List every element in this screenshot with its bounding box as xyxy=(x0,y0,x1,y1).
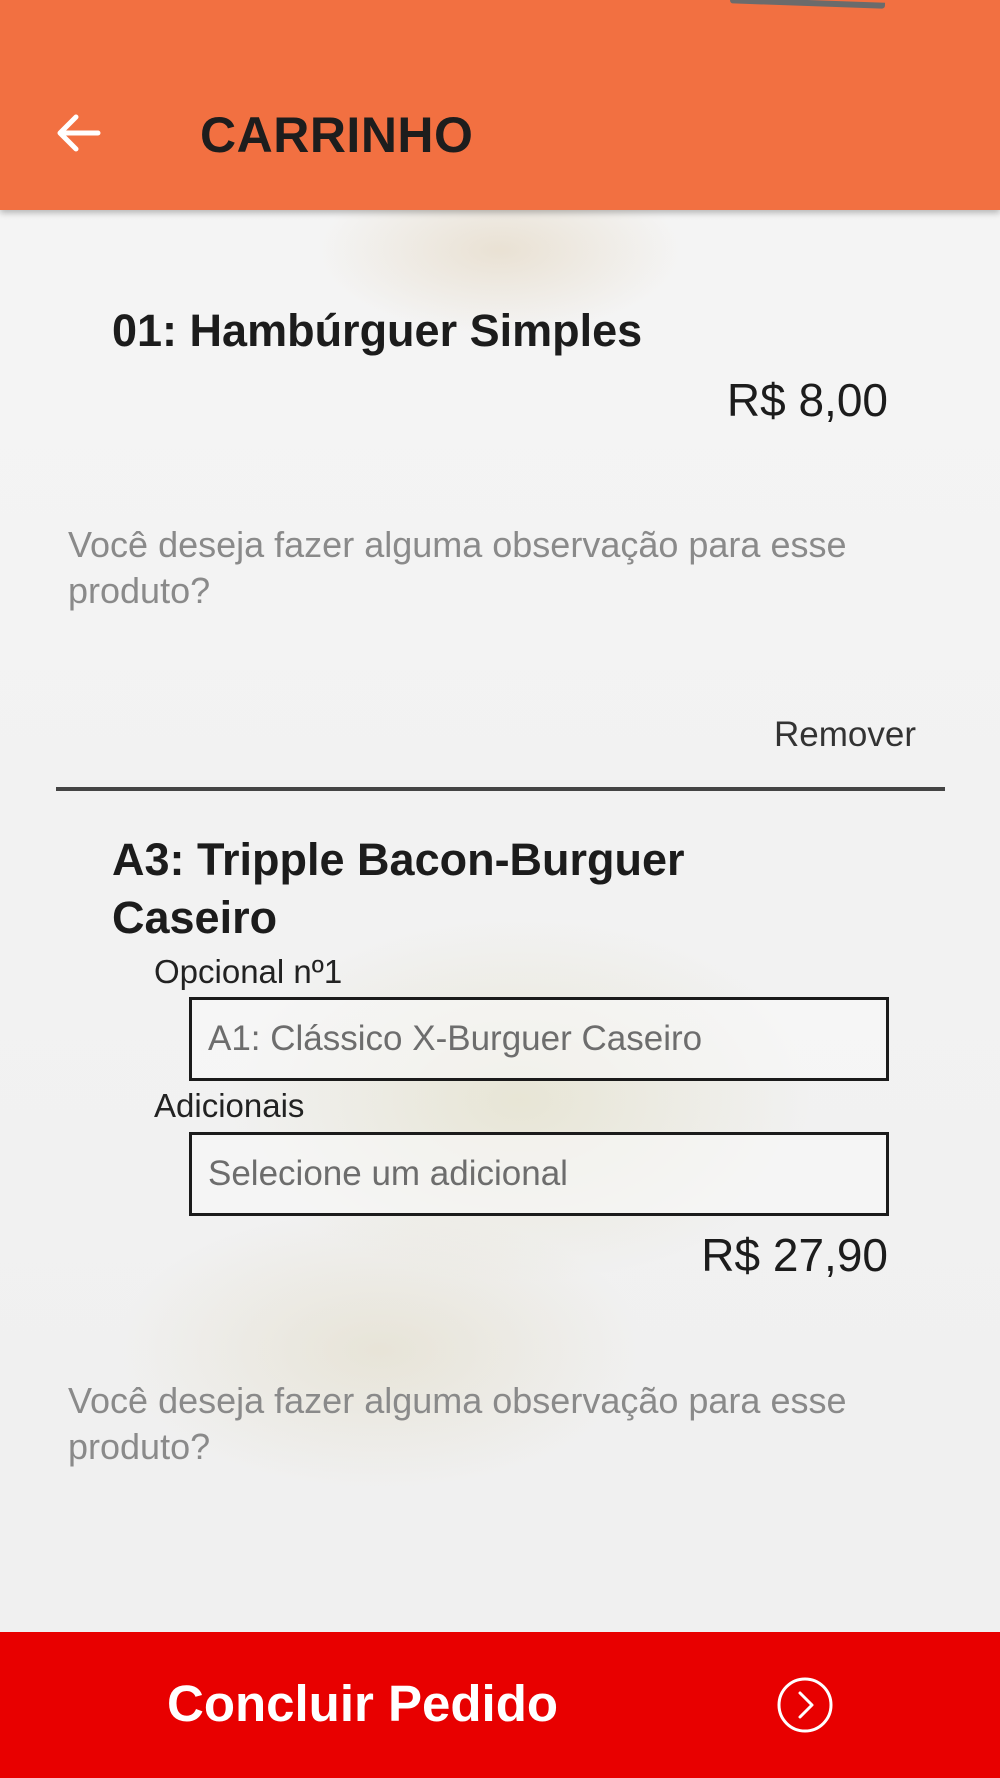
optional-select[interactable]: A1: Clássico X-Burguer Caseiro xyxy=(189,997,889,1081)
item-title-line: A3: Tripple Bacon-Burguer xyxy=(112,834,685,885)
back-button[interactable] xyxy=(50,105,106,161)
item-title: A3: Tripple Bacon-Burguer Caseiro xyxy=(112,831,812,947)
divider xyxy=(56,787,945,791)
app-bar: CARRINHO xyxy=(0,0,1000,210)
observation-input[interactable]: Você deseja fazer alguma observação para… xyxy=(68,522,928,614)
optional-label: Opcional nº1 xyxy=(154,953,343,990)
conclude-order-button[interactable]: Concluir Pedido xyxy=(0,1632,1000,1778)
cart-list[interactable]: 01: Hambúrguer Simples R$ 8,00 Você dese… xyxy=(0,210,1000,1632)
item-price: R$ 8,00 xyxy=(726,374,888,426)
additional-select-placeholder: Selecione um adicional xyxy=(208,1154,568,1193)
remove-button[interactable]: Remover xyxy=(774,715,916,755)
page-title: CARRINHO xyxy=(200,107,474,163)
conclude-order-label: Concluir Pedido xyxy=(167,1675,559,1732)
additional-label: Adicionais xyxy=(154,1087,305,1124)
observation-input[interactable]: Você deseja fazer alguma observação para… xyxy=(68,1378,928,1470)
chevron-right-circle-icon xyxy=(777,1677,833,1733)
additional-select[interactable]: Selecione um adicional xyxy=(189,1132,889,1216)
item-title: 01: Hambúrguer Simples xyxy=(112,305,643,356)
optional-select-value: A1: Clássico X-Burguer Caseiro xyxy=(208,1019,703,1058)
item-price: R$ 27,90 xyxy=(701,1229,888,1281)
item-title-line: Caseiro xyxy=(112,892,278,943)
arrow-left-icon xyxy=(57,114,101,152)
